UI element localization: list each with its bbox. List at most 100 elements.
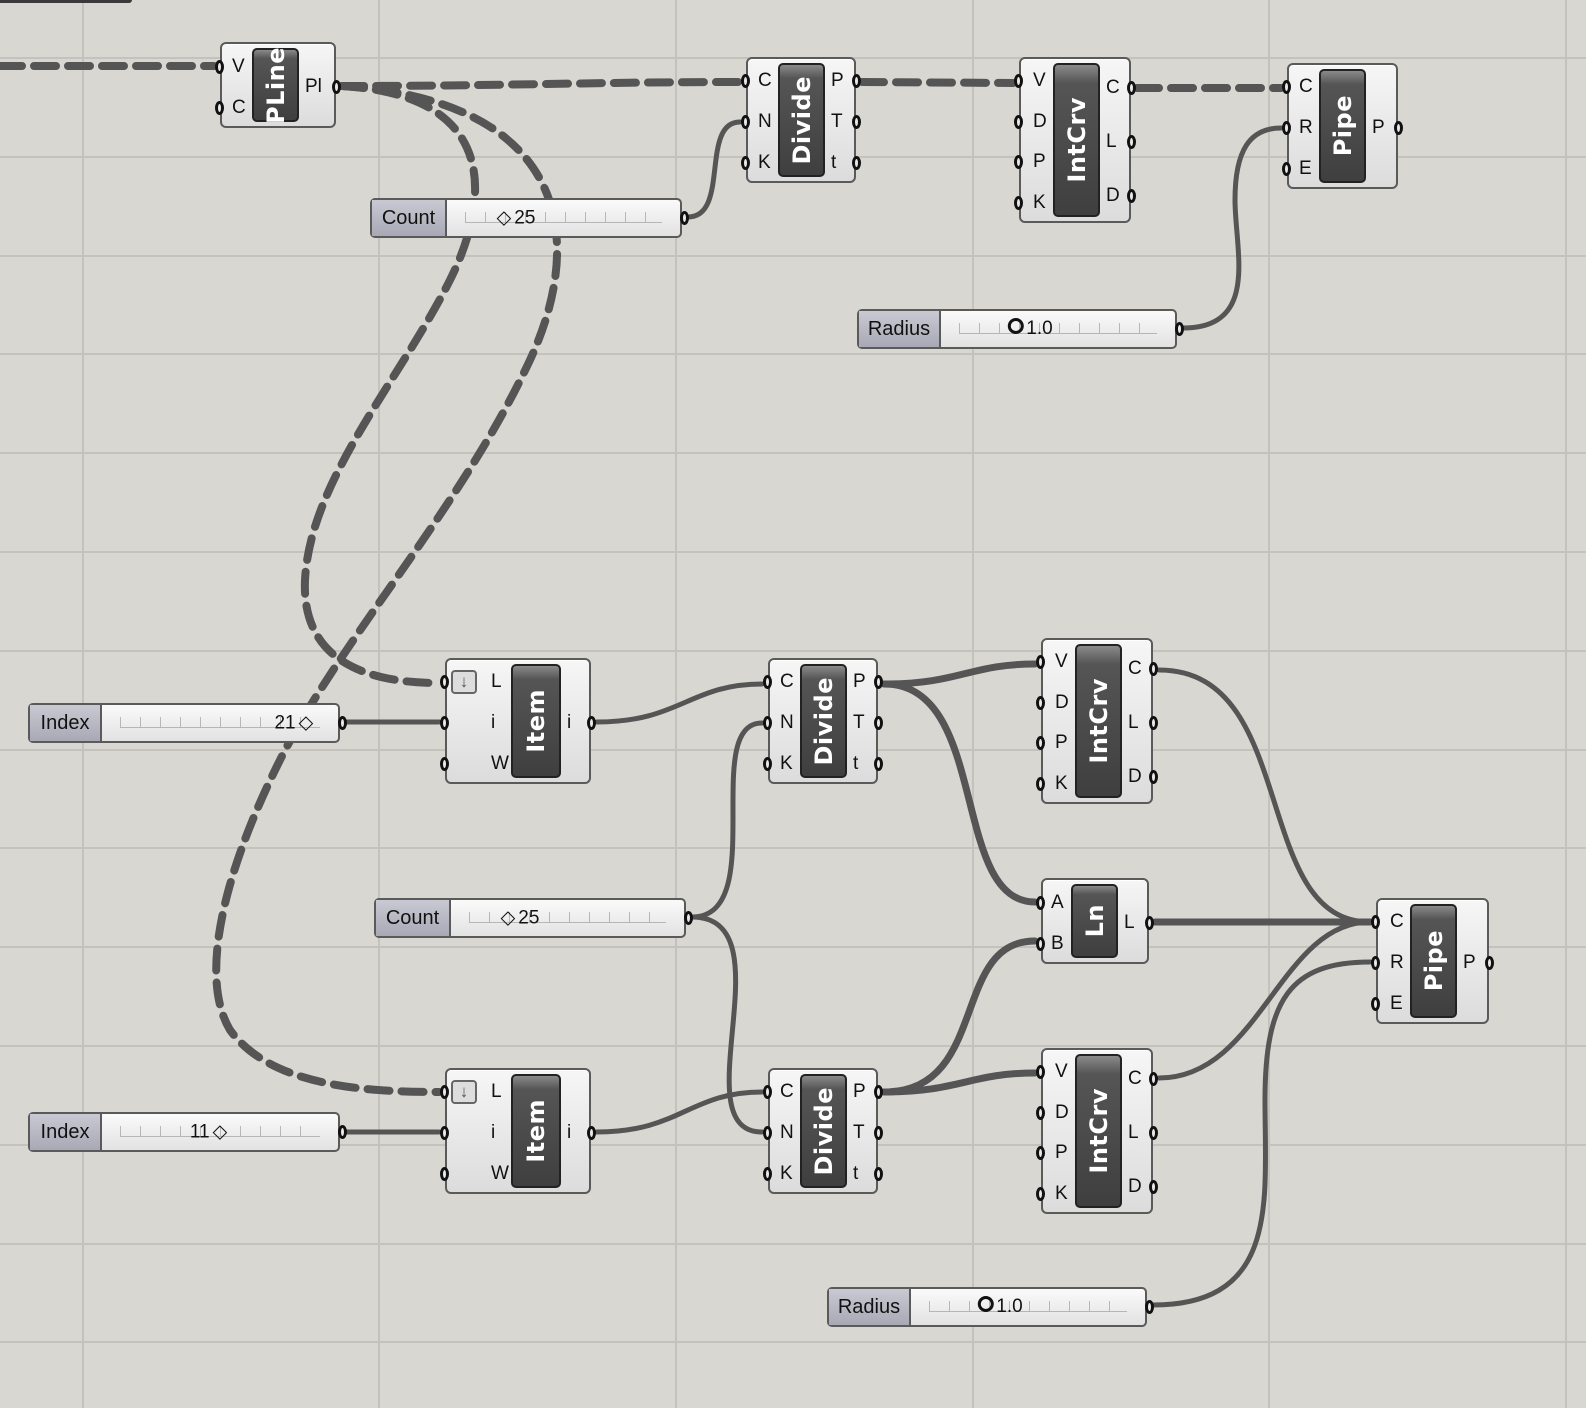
component-pipe1[interactable]: Pipe C R E P [1282, 63, 1403, 189]
slider-count1[interactable]: Count ◇ 25 [370, 198, 689, 238]
input-port-R[interactable] [1282, 121, 1291, 135]
flatten-toggle-icon[interactable]: ↓ [451, 670, 477, 694]
input-port-C[interactable] [763, 675, 772, 690]
output-port-t[interactable] [874, 756, 883, 771]
slider-grip-diamond-icon[interactable]: ◇ [299, 712, 314, 735]
input-port-V[interactable] [1036, 655, 1045, 670]
wire-radius1-to-pipe1[interactable] [1180, 125, 1284, 331]
component-divide1[interactable]: Divide C N K P Tt [741, 57, 861, 183]
input-port-P[interactable] [1014, 155, 1023, 170]
input-port-K[interactable] [741, 155, 750, 170]
input-port-W[interactable] [440, 756, 449, 771]
component-intcrv2[interactable]: IntCrv V D P K C L D [1036, 638, 1158, 804]
slider-track[interactable]: ◇ 25 [447, 200, 680, 236]
slider-track[interactable]: ◇ 25 [451, 900, 684, 936]
input-port-K[interactable] [763, 1166, 772, 1181]
input-port-D[interactable] [1014, 114, 1023, 129]
output-port-L[interactable] [1149, 1126, 1158, 1140]
input-port-D[interactable] [1036, 695, 1045, 710]
output-port[interactable] [338, 1125, 347, 1139]
output-port-i[interactable] [587, 716, 596, 730]
wire-intcrv2-to-pipe2[interactable] [1156, 667, 1373, 925]
input-port-L[interactable] [440, 675, 449, 690]
output-port[interactable] [1145, 1300, 1154, 1314]
input-port-V[interactable] [1036, 1065, 1045, 1080]
component-nickname[interactable]: Pipe [1410, 904, 1457, 1018]
input-port-N[interactable] [741, 115, 750, 129]
slider-index2[interactable]: Index 11 ◇ [28, 1112, 347, 1152]
input-port-P[interactable] [1036, 1146, 1045, 1161]
output-port-D[interactable] [1149, 770, 1158, 784]
component-nickname[interactable]: Item [511, 1074, 561, 1188]
input-port-E[interactable] [1371, 996, 1380, 1011]
component-nickname[interactable]: Divide [778, 63, 825, 177]
component-item1[interactable]: ↓ Item Li Wi [440, 658, 596, 784]
output-port-L[interactable] [1145, 916, 1154, 930]
wire-divide2-to-ln-a[interactable] [880, 680, 1039, 906]
component-nickname[interactable]: Pipe [1319, 69, 1366, 183]
component-divide3[interactable]: Divide C N K P Tt [763, 1068, 883, 1194]
output-port-t[interactable] [874, 1166, 883, 1181]
output-port-T[interactable] [874, 716, 883, 730]
input-port-C[interactable] [215, 100, 224, 115]
flatten-toggle-icon[interactable]: ↓ [451, 1080, 477, 1104]
input-port-C[interactable] [1371, 915, 1380, 930]
wire-item1-to-divide2[interactable] [594, 681, 765, 725]
slider-track[interactable]: 11 ◇ [102, 1114, 338, 1150]
component-divide2[interactable]: Divide C N K P Tt [763, 658, 883, 784]
component-nickname[interactable]: Item [511, 664, 561, 778]
output-port-P[interactable] [874, 1085, 883, 1100]
component-nickname[interactable]: IntCrv [1053, 63, 1100, 217]
slider-grip-circle-icon[interactable] [977, 1296, 994, 1312]
input-port-E[interactable] [1282, 161, 1291, 176]
wire-divide3-to-ln-b[interactable] [880, 937, 1039, 1096]
wire-pline-to-divide1[interactable] [338, 78, 744, 90]
output-port[interactable] [680, 211, 689, 225]
wire-count2-to-divide3[interactable] [689, 914, 765, 1135]
input-port-B[interactable] [1036, 936, 1045, 951]
slider-count2[interactable]: Count ◇ 25 [374, 898, 693, 938]
output-port-P[interactable] [1485, 956, 1494, 970]
component-nickname[interactable]: Divide [800, 664, 847, 778]
output-port-i[interactable] [587, 1126, 596, 1140]
slider-radius2[interactable]: Radius 1.0 [827, 1287, 1154, 1327]
output-port-C[interactable] [1149, 1072, 1158, 1086]
output-port-L[interactable] [1127, 135, 1136, 149]
input-port-W[interactable] [440, 1166, 449, 1181]
wire-item2-to-divide3[interactable] [594, 1089, 765, 1135]
component-pline[interactable]: PLine V C Pl [215, 42, 341, 128]
slider-grip-diamond-icon[interactable]: ◇ [497, 207, 512, 230]
input-port-C[interactable] [763, 1085, 772, 1100]
wire-intcrv3-to-pipe2[interactable] [1156, 919, 1373, 1081]
output-port-Pl[interactable] [332, 80, 341, 94]
output-port-P[interactable] [1394, 121, 1403, 135]
output-port-P[interactable] [874, 675, 883, 690]
input-port-K[interactable] [763, 756, 772, 771]
slider-track[interactable]: 1.0 [941, 311, 1175, 347]
component-nickname[interactable]: Divide [800, 1074, 847, 1188]
input-port-i[interactable] [440, 1126, 449, 1140]
output-port[interactable] [1175, 322, 1184, 336]
input-port-A[interactable] [1036, 895, 1045, 910]
wire-divide3-to-intcrv3[interactable] [880, 1069, 1039, 1096]
slider-grip-circle-icon[interactable] [1007, 318, 1024, 334]
output-port-t[interactable] [852, 155, 861, 170]
output-port-D[interactable] [1149, 1180, 1158, 1194]
slider-track[interactable]: 1.0 [911, 1289, 1145, 1325]
component-nickname[interactable]: PLine [252, 47, 299, 124]
output-port-D[interactable] [1127, 189, 1136, 203]
wire-count1-to-divide1[interactable] [685, 119, 743, 220]
wire-divide1-to-intcrv1[interactable] [858, 78, 1017, 87]
output-port-T[interactable] [874, 1126, 883, 1140]
input-port-D[interactable] [1036, 1105, 1045, 1120]
input-port-N[interactable] [763, 716, 772, 730]
input-port-V[interactable] [215, 59, 224, 74]
slider-grip-diamond-icon[interactable]: ◇ [213, 1121, 228, 1144]
input-port-N[interactable] [763, 1126, 772, 1140]
slider-radius1[interactable]: Radius 1.0 [857, 309, 1184, 349]
slider-index1[interactable]: Index 21 ◇ [28, 703, 347, 743]
input-port-V[interactable] [1014, 74, 1023, 89]
component-intcrv1[interactable]: IntCrv V D P K C L D [1014, 57, 1136, 223]
output-port-T[interactable] [852, 115, 861, 129]
component-nickname[interactable]: IntCrv [1075, 644, 1122, 798]
